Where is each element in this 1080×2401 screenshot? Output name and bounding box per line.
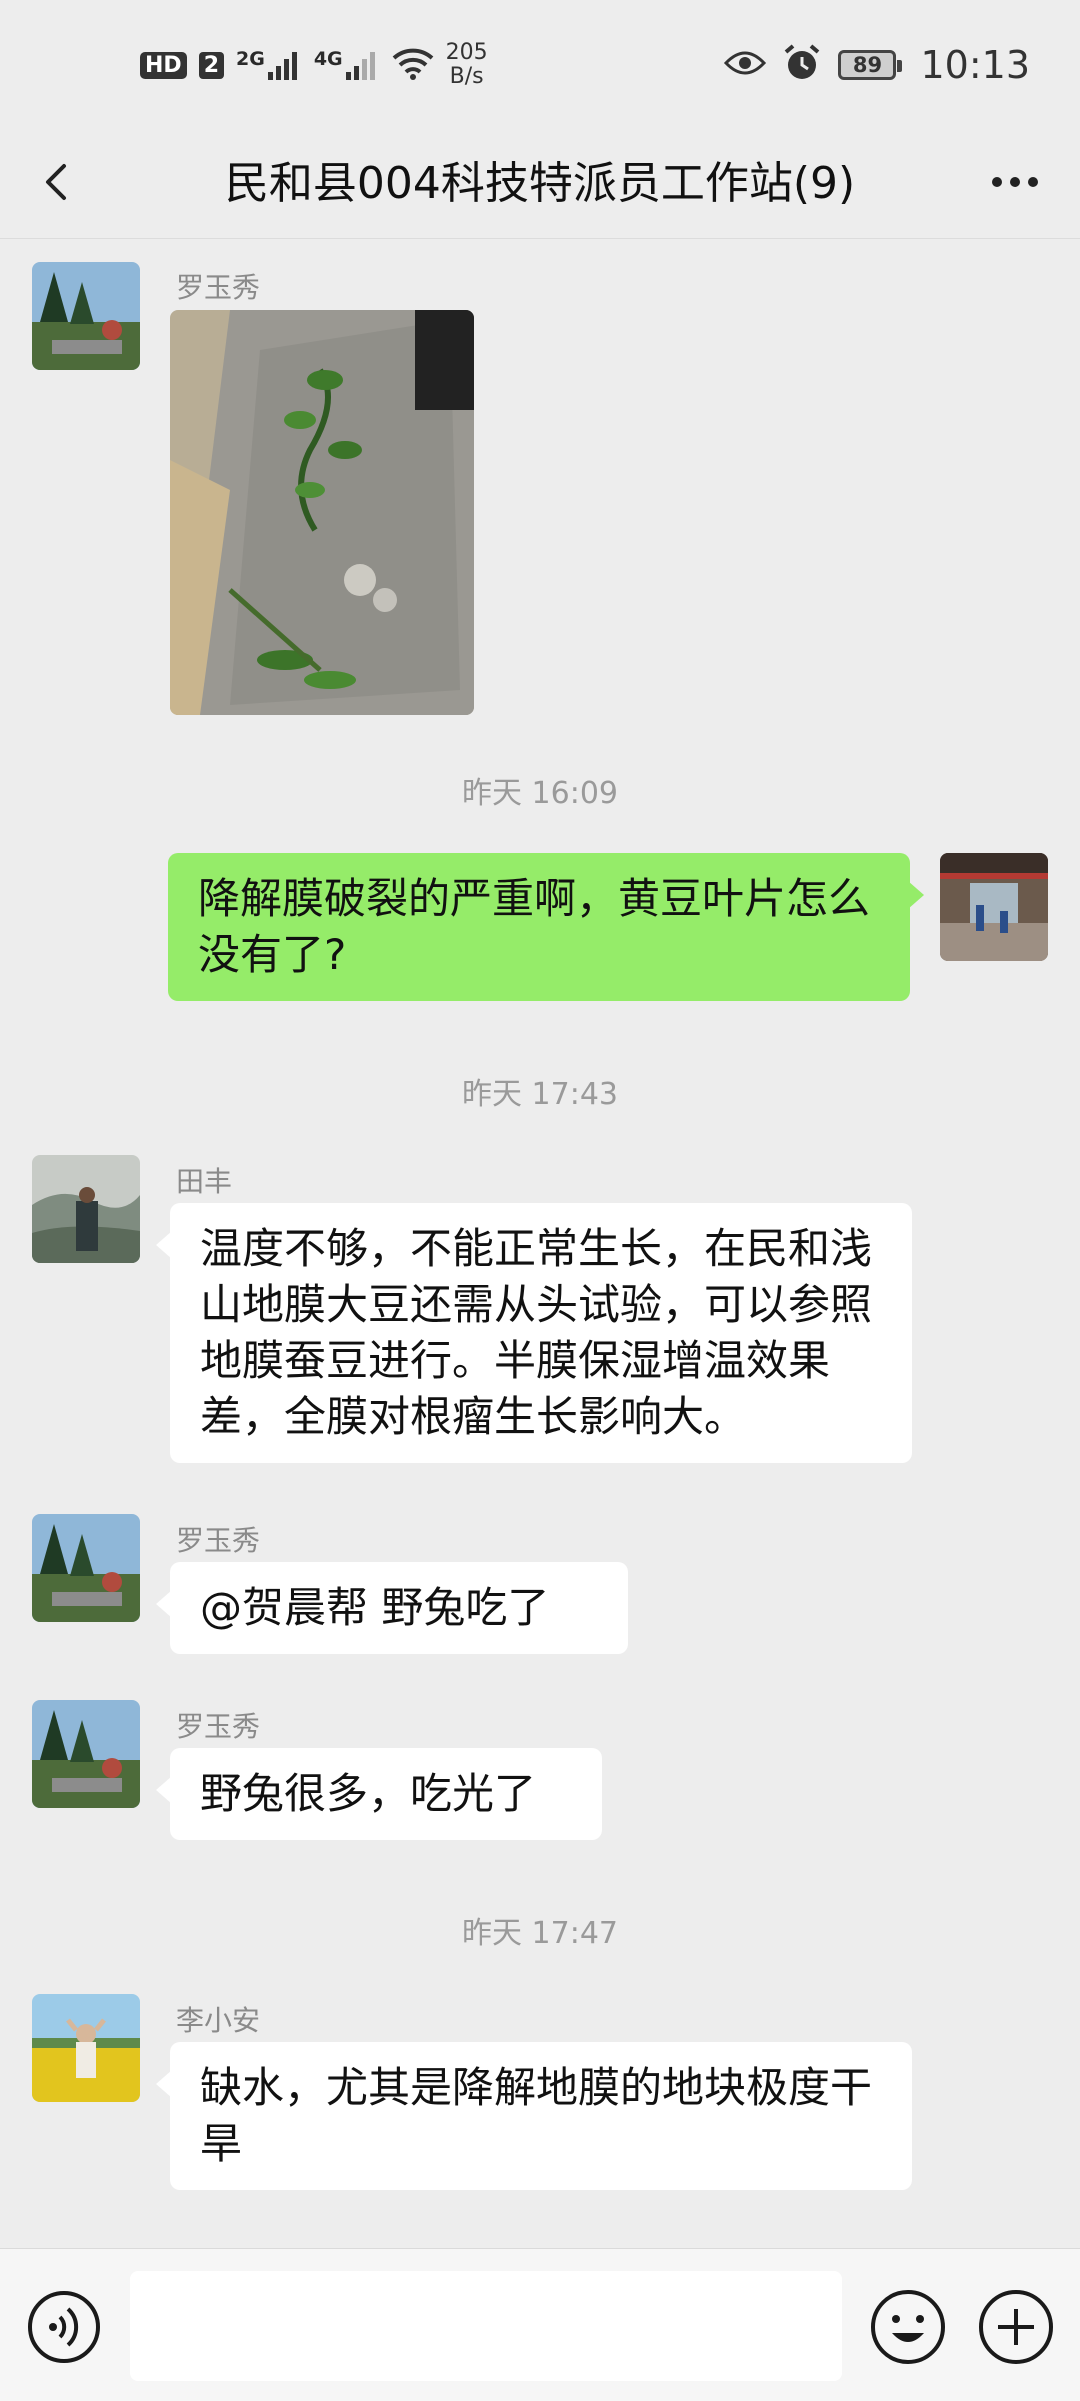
plus-icon — [979, 2290, 1053, 2364]
battery-icon: 89 — [838, 50, 903, 80]
avatar[interactable] — [32, 1155, 140, 1263]
signal-icon-2: 4G — [313, 48, 380, 80]
timestamp: 昨天 17:47 — [462, 1916, 618, 1951]
status-left: HD 2 2G 4G 205 B/s — [140, 40, 488, 90]
message-bubble[interactable]: @贺晨帮 野兔吃了 — [156, 1562, 628, 1654]
chat-header: 民和县004科技特派员工作站(9) — [0, 130, 1080, 239]
image-message[interactable] — [170, 310, 474, 715]
more-functions-button[interactable] — [976, 2287, 1056, 2367]
clock: 10:13 — [920, 43, 1030, 87]
sender-name: 罗玉秀 — [176, 1524, 261, 1557]
message-bubble[interactable]: 野兔很多，吃光了 — [156, 1748, 602, 1840]
self-avatar[interactable] — [940, 853, 1048, 961]
network-type-2: 4G — [313, 48, 343, 70]
network-speed: 205 B/s — [446, 41, 488, 89]
status-bar: HD 2 2G 4G 205 B/s 89 10:13 — [0, 0, 1080, 130]
avatar[interactable] — [32, 262, 140, 370]
timestamp: 昨天 17:43 — [462, 1077, 618, 1112]
sender-name: 田丰 — [176, 1165, 233, 1198]
avatar[interactable] — [32, 1514, 140, 1622]
avatar[interactable] — [32, 1994, 140, 2102]
emoji-icon — [871, 2290, 945, 2364]
avatar[interactable] — [32, 1700, 140, 1808]
emoji-button[interactable] — [868, 2287, 948, 2367]
chat-title: 民和县004科技特派员工作站(9) — [224, 158, 856, 209]
message-bubble[interactable]: 温度不够，不能正常生长，在民和浅山地膜大豆还需从头试验，可以参照地膜蚕豆进行。半… — [156, 1203, 912, 1463]
message-bubble-self[interactable]: 降解膜破裂的严重啊，黄豆叶片怎么没有了? — [168, 853, 924, 1001]
wifi-icon — [392, 46, 434, 84]
sim-badge: 2 — [198, 51, 224, 79]
photo-content — [170, 310, 474, 715]
voice-button[interactable] — [26, 2289, 102, 2365]
message-bubble[interactable]: 缺水，尤其是降解地膜的地块极度干旱 — [156, 2042, 912, 2190]
more-dots-icon — [992, 177, 1038, 187]
hd-badge: HD — [140, 51, 187, 79]
sender-name: 罗玉秀 — [176, 271, 261, 304]
status-right: 89 10:13 — [724, 40, 1030, 90]
timestamp: 昨天 16:09 — [462, 776, 618, 811]
sender-name: 罗玉秀 — [176, 1710, 261, 1743]
more-button[interactable] — [980, 152, 1050, 212]
network-type-1: 2G — [236, 48, 265, 70]
speed-value: 205 — [445, 40, 488, 65]
eye-icon — [724, 49, 767, 81]
speed-unit: B/s — [449, 64, 484, 89]
voice-icon — [28, 2291, 100, 2363]
message-input[interactable] — [130, 2271, 842, 2381]
input-bar — [0, 2248, 1080, 2401]
signal-icon-1: 2G — [236, 48, 302, 80]
sender-name: 李小安 — [176, 2004, 261, 2037]
alarm-icon — [782, 44, 822, 86]
